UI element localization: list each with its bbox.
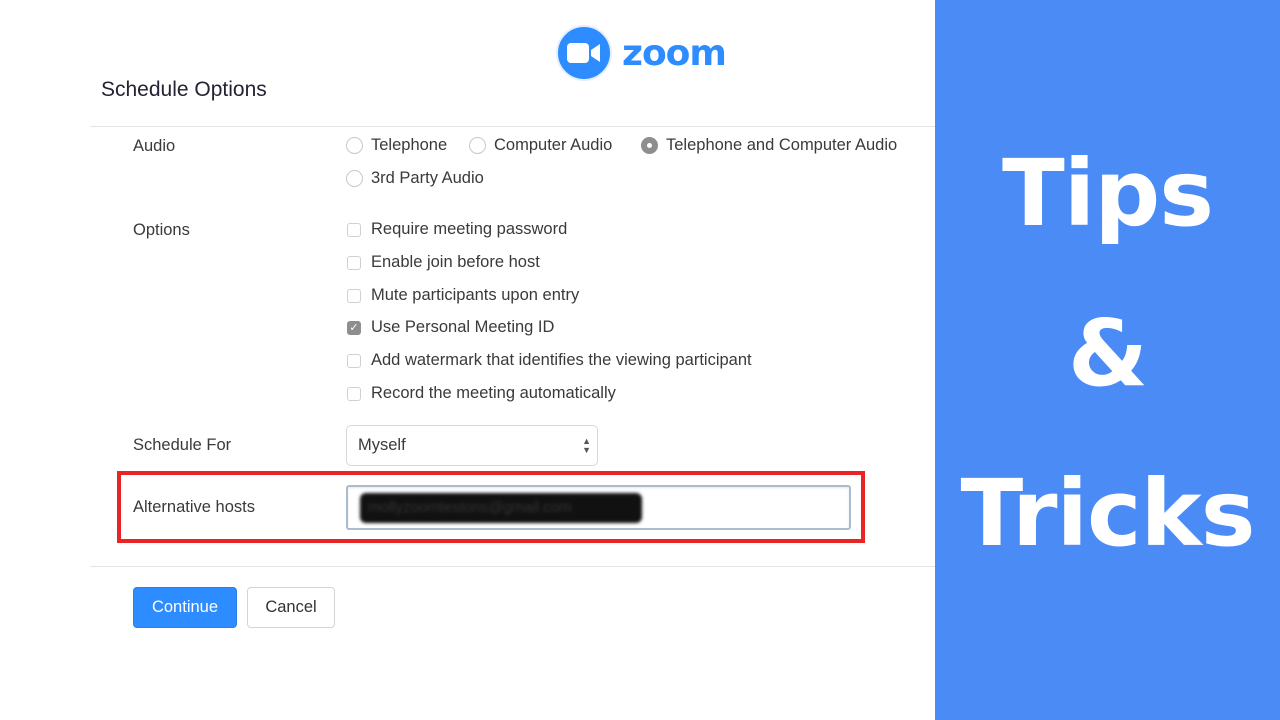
- checkbox-label: Add watermark that identifies the viewin…: [371, 351, 752, 369]
- checkbox[interactable]: [347, 222, 361, 237]
- page-title: Schedule Options: [101, 78, 267, 101]
- checkbox-label: Record the meeting automatically: [371, 384, 616, 402]
- radio-button[interactable]: [346, 170, 363, 187]
- checkbox[interactable]: [347, 288, 361, 303]
- checkbox-label: Enable join before host: [371, 253, 540, 271]
- radio-button[interactable]: [469, 137, 486, 154]
- radio-label: Telephone and Computer Audio: [666, 136, 898, 154]
- checkbox-label: Mute participants upon entry: [371, 286, 580, 304]
- radio-telephone[interactable]: Telephone: [346, 136, 447, 155]
- select-arrows-icon: ▲ ▼: [582, 436, 591, 455]
- schedule-options-panel: zoom Schedule Options Audio Telephone Co…: [0, 0, 935, 720]
- checkbox-record-automatically[interactable]: Record the meeting automatically: [347, 384, 616, 403]
- radio-button-selected[interactable]: [641, 137, 658, 154]
- select-value: Myself: [358, 436, 406, 454]
- tips-tricks-banner: Tips & Tricks: [935, 0, 1280, 720]
- radio-label: Telephone: [371, 136, 448, 154]
- redacted-email: mollyzoomtestons@gmail.com: [360, 492, 642, 523]
- radio-computer-audio[interactable]: Computer Audio: [469, 136, 612, 155]
- banner-line-ampersand: &: [1067, 300, 1148, 407]
- radio-label: Computer Audio: [494, 136, 613, 154]
- radio-3rd-party-audio[interactable]: 3rd Party Audio: [346, 169, 484, 188]
- checkbox-require-password[interactable]: Require meeting password: [347, 220, 567, 239]
- video-camera-icon: [556, 25, 612, 81]
- checkbox-join-before-host[interactable]: Enable join before host: [347, 253, 540, 272]
- checkbox-label: Use Personal Meeting ID: [371, 318, 555, 336]
- divider: [90, 126, 935, 127]
- divider: [90, 566, 935, 567]
- audio-label: Audio: [133, 137, 176, 155]
- banner-line-tips: Tips: [1002, 140, 1214, 247]
- radio-button[interactable]: [346, 137, 363, 154]
- continue-button[interactable]: Continue: [133, 587, 237, 628]
- schedule-for-select[interactable]: Myself ▲ ▼: [346, 425, 598, 466]
- options-label: Options: [133, 221, 190, 239]
- checkbox[interactable]: [347, 255, 361, 270]
- alternative-hosts-input[interactable]: mollyzoomtestons@gmail.com: [346, 485, 851, 530]
- zoom-logo: zoom: [556, 25, 727, 81]
- checkbox-checked[interactable]: ✓: [347, 320, 361, 335]
- banner-line-tricks: Tricks: [960, 460, 1255, 567]
- checkbox[interactable]: [347, 386, 361, 401]
- checkbox-watermark[interactable]: Add watermark that identifies the viewin…: [347, 351, 752, 370]
- alternative-hosts-label: Alternative hosts: [133, 498, 255, 516]
- radio-label: 3rd Party Audio: [371, 169, 484, 187]
- checkbox-label: Require meeting password: [371, 220, 568, 238]
- radio-telephone-and-computer-audio[interactable]: Telephone and Computer Audio: [641, 136, 897, 155]
- brand-name: zoom: [622, 32, 727, 74]
- schedule-for-label: Schedule For: [133, 436, 232, 454]
- checkbox-personal-meeting-id[interactable]: ✓ Use Personal Meeting ID: [347, 318, 554, 337]
- cancel-button[interactable]: Cancel: [247, 587, 335, 628]
- checkbox[interactable]: [347, 353, 361, 368]
- checkbox-mute-on-entry[interactable]: Mute participants upon entry: [347, 286, 579, 305]
